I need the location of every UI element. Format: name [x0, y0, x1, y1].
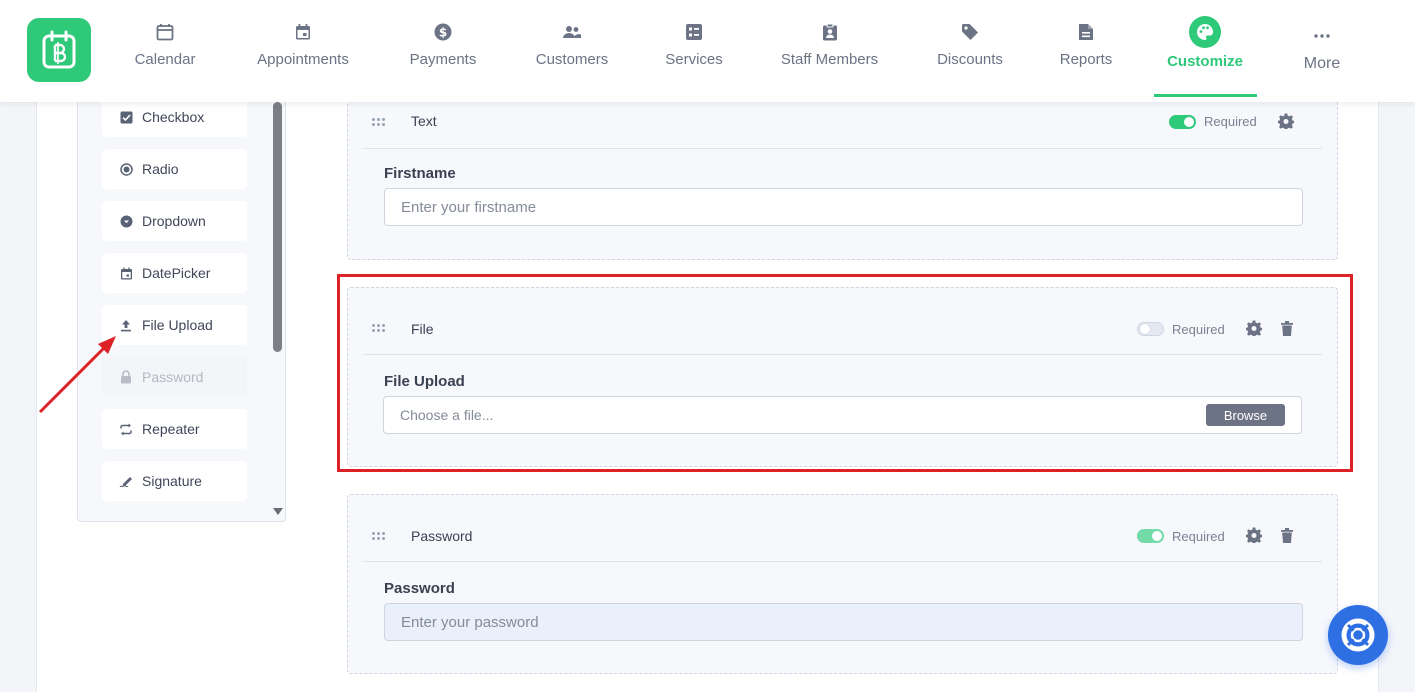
- nav-label: Appointments: [257, 51, 349, 68]
- required-label: Required: [1204, 114, 1257, 129]
- palette-item-datepicker[interactable]: DatePicker: [102, 253, 247, 293]
- field-type-label: Password: [411, 528, 473, 544]
- palette-item-label: File Upload: [142, 317, 213, 333]
- palette-item-label: DatePicker: [142, 265, 211, 281]
- checkbox-icon: [119, 110, 133, 124]
- report-icon: [1076, 22, 1096, 42]
- scroll-down-arrow-icon[interactable]: [273, 508, 283, 515]
- app-logo-icon: [42, 30, 76, 69]
- palette-item-label: Dropdown: [142, 213, 206, 229]
- field-label: Firstname: [384, 165, 456, 182]
- required-label: Required: [1172, 529, 1225, 544]
- radio-icon: [119, 162, 133, 176]
- nav-label: Services: [665, 51, 723, 68]
- signature-icon: [119, 474, 133, 488]
- password-input[interactable]: Enter your password: [384, 603, 1303, 641]
- calendar-icon: [119, 266, 133, 280]
- palette-item-label: Checkbox: [142, 109, 205, 125]
- input-placeholder: Enter your firstname: [401, 198, 537, 216]
- required-toggle[interactable]: [1137, 529, 1164, 543]
- nav-reports[interactable]: Reports: [1052, 0, 1120, 102]
- field-label: Password: [384, 580, 455, 597]
- upload-icon: [119, 318, 133, 332]
- staff-badge-icon: [820, 22, 840, 42]
- required-toggle[interactable]: [1169, 115, 1196, 129]
- nav-more[interactable]: More: [1296, 0, 1348, 102]
- svg-text:$: $: [439, 25, 447, 39]
- top-navigation: Calendar Appointments $ Payments Custome…: [0, 0, 1415, 102]
- dropdown-icon: [119, 214, 133, 228]
- palette-icon: [1189, 16, 1221, 48]
- nav-label: Customers: [535, 51, 609, 68]
- annotation-arrow: [38, 336, 116, 414]
- palette-item-radio[interactable]: Radio: [102, 149, 247, 189]
- app-logo[interactable]: [27, 18, 91, 82]
- nav-discounts[interactable]: Discounts: [928, 0, 1012, 102]
- drag-handle-icon[interactable]: [372, 532, 386, 542]
- nav-label: Reports: [1059, 51, 1113, 68]
- users-icon: [562, 22, 582, 42]
- field-type-label: Text: [411, 113, 437, 129]
- nav-label: More: [1303, 55, 1341, 72]
- firstname-input[interactable]: Enter your firstname: [384, 188, 1303, 226]
- tag-icon: [960, 22, 980, 42]
- lifebuoy-icon: [1341, 618, 1375, 652]
- palette-item-checkbox[interactable]: Checkbox: [102, 97, 247, 137]
- nav-label: Customize: [1167, 53, 1243, 70]
- input-placeholder: Enter your password: [401, 613, 539, 631]
- nav-label: Payments: [409, 51, 477, 68]
- palette-item-label: Signature: [142, 473, 202, 489]
- gear-icon[interactable]: [1278, 113, 1294, 129]
- nav-calendar[interactable]: Calendar: [122, 0, 208, 102]
- nav-label: Calendar: [134, 51, 196, 68]
- active-tab-indicator: [1154, 94, 1257, 97]
- form-field-card-password: Password Required Password Enter your pa…: [347, 494, 1338, 674]
- palette-item-repeater[interactable]: Repeater: [102, 409, 247, 449]
- nav-label: Staff Members: [780, 51, 879, 68]
- field-palette: Checkbox Radio Dropdown DatePicker File …: [77, 92, 286, 522]
- gear-icon[interactable]: [1246, 527, 1262, 543]
- nav-staff-members[interactable]: Staff Members: [772, 0, 887, 102]
- palette-item-label: Repeater: [142, 421, 200, 437]
- help-button[interactable]: [1328, 605, 1388, 665]
- more-dots-icon: [1312, 26, 1332, 46]
- nav-services[interactable]: Services: [658, 0, 730, 102]
- palette-item-label: Password: [142, 369, 204, 385]
- drag-handle-icon[interactable]: [372, 118, 386, 128]
- highlight-box: [337, 274, 1353, 472]
- palette-scrollbar[interactable]: [273, 102, 282, 352]
- dollar-icon: $: [433, 22, 453, 42]
- palette-item-password: Password: [102, 357, 247, 397]
- palette-item-dropdown[interactable]: Dropdown: [102, 201, 247, 241]
- appointments-icon: [293, 22, 313, 42]
- services-icon: [684, 22, 704, 42]
- calendar-icon: [155, 22, 175, 42]
- trash-icon[interactable]: [1279, 527, 1295, 543]
- nav-customize[interactable]: Customize: [1160, 0, 1250, 102]
- palette-item-file-upload[interactable]: File Upload: [102, 305, 247, 345]
- nav-customers[interactable]: Customers: [527, 0, 617, 102]
- repeat-icon: [119, 422, 133, 436]
- form-field-card-text: Text Required Firstname Enter your first…: [347, 88, 1338, 260]
- nav-appointments[interactable]: Appointments: [248, 0, 358, 102]
- palette-item-signature[interactable]: Signature: [102, 461, 247, 501]
- nav-label: Discounts: [937, 51, 1003, 68]
- palette-item-label: Radio: [142, 161, 179, 177]
- nav-payments[interactable]: $ Payments: [400, 0, 486, 102]
